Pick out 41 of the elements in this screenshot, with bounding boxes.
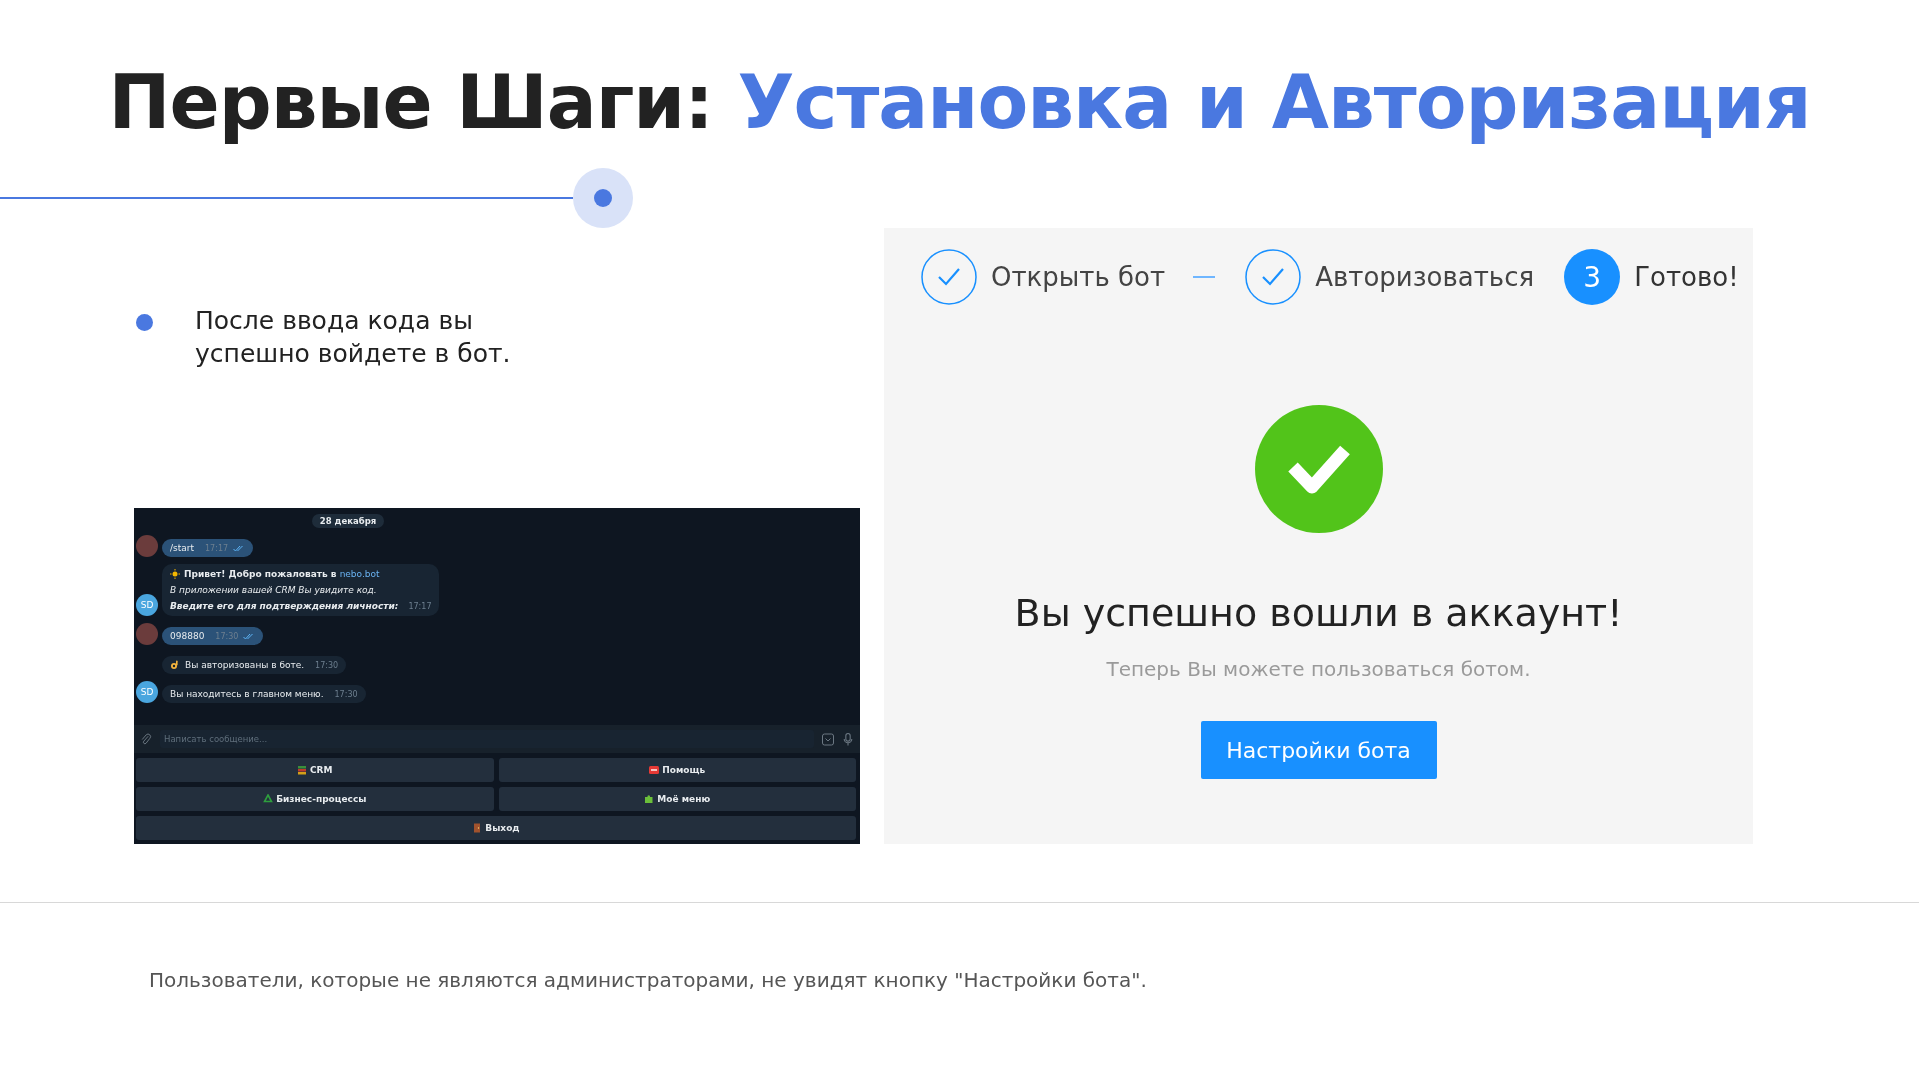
slide-title: Первые Шаги: Установка и Авторизация (108, 58, 1811, 147)
step-label: Готово! (1634, 262, 1739, 292)
message-time: 17:30 (315, 660, 339, 670)
avatar: SD (136, 594, 158, 616)
message-text: В приложении вашей CRM Вы увидите код. (170, 585, 377, 595)
message-time: 17:17 (408, 601, 432, 611)
keyboard-button[interactable]: Бизнес-процессы (136, 787, 494, 811)
keyboard-button[interactable]: CRM (136, 758, 494, 782)
message-text: Введите его для подтверждения личности: (170, 601, 399, 611)
success-subtitle: Теперь Вы можете пользоваться ботом. (1106, 657, 1531, 681)
success-check-icon (1254, 405, 1383, 533)
sun-icon (170, 569, 180, 579)
door-icon (472, 823, 483, 833)
microphone-icon[interactable] (842, 732, 854, 746)
bot-link[interactable]: nebo.bot (339, 569, 380, 579)
keyboard-button[interactable]: Выход (136, 816, 856, 840)
bullet-text: После ввода кода вы успешно войдете в бот. (195, 305, 512, 370)
keyboard-toggle-icon[interactable] (822, 732, 834, 746)
keyboard-button[interactable]: Помощь (498, 758, 856, 782)
message-text: 098880 (170, 631, 205, 641)
message-input[interactable]: Написать сообщение... (160, 730, 814, 748)
message-time: 17:17 (205, 543, 229, 553)
message-time: 17:30 (215, 631, 239, 641)
message-time: 17:30 (334, 689, 358, 699)
paperclip-icon[interactable] (140, 732, 152, 746)
step-connector (1193, 276, 1216, 278)
message-text: Вы авторизованы в боте. (185, 660, 305, 670)
bullet-dot-icon (136, 314, 153, 331)
avatar: SD (136, 681, 158, 703)
success-heading: Вы успешно вошли в аккаунт! (1014, 591, 1623, 635)
message-text: Привет! Добро пожаловать в nebo.bot (184, 569, 380, 579)
keyboard-button[interactable]: Моё меню (498, 787, 856, 811)
message-text: Вы находитесь в главном меню. (170, 689, 324, 699)
sos-icon (649, 765, 660, 775)
step-number: 3 (1564, 249, 1621, 305)
footnote-text: Пользователи, которые не являются администраторами, не увидят кнопку "Настройки бота". (149, 968, 1148, 992)
message-text: /start (170, 543, 194, 553)
step-label: Авторизоваться (1315, 262, 1535, 292)
step-label: Открыть бот (991, 262, 1166, 292)
books-icon (297, 765, 307, 775)
date-badge: 28 декабря (311, 514, 385, 528)
